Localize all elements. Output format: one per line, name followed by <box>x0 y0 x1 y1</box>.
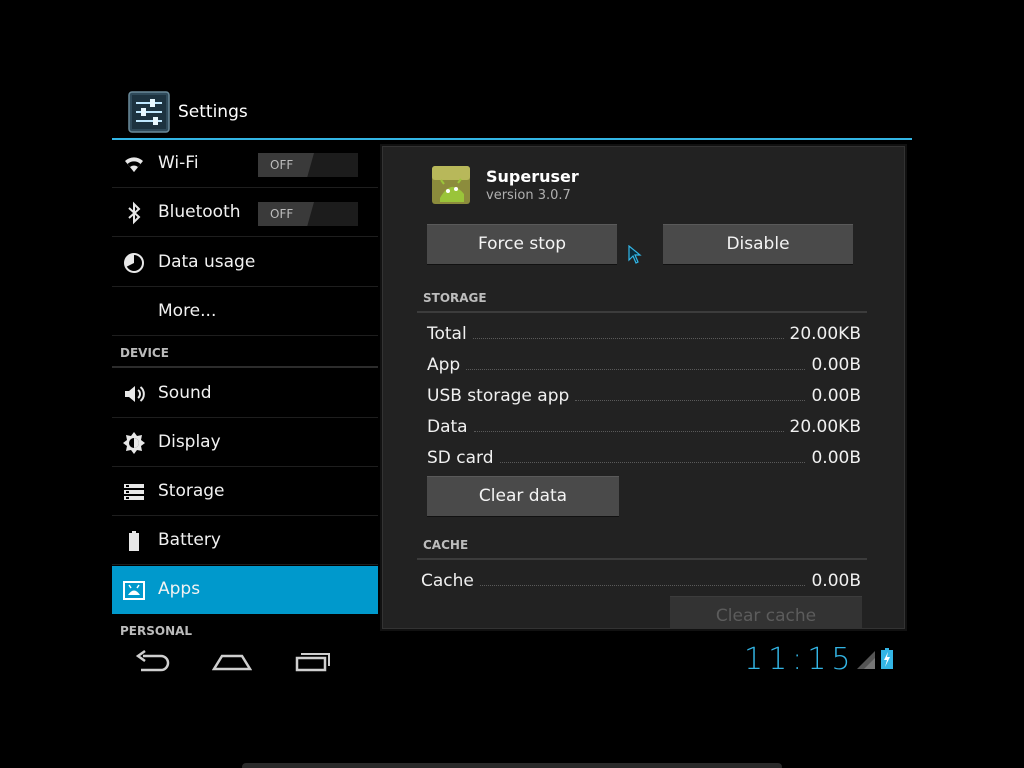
brightness-icon <box>123 432 145 454</box>
battery-icon <box>129 531 139 551</box>
force-stop-button[interactable]: Force stop <box>427 224 617 264</box>
storage-value: 20.00KB <box>789 417 861 437</box>
battery-charging-icon <box>881 648 893 669</box>
home-icon[interactable] <box>212 648 252 674</box>
cache-row: Cache 0.00B <box>421 567 861 591</box>
storage-row-sdcard: SD card 0.00B <box>427 444 861 468</box>
toggle-off-label: OFF <box>258 153 314 177</box>
dotted-leader <box>499 462 806 463</box>
bluetooth-toggle[interactable]: OFF <box>258 202 358 226</box>
section-header-device: DEVICE <box>112 338 378 368</box>
mouse-cursor-icon <box>628 245 642 264</box>
speaker-icon <box>125 386 145 402</box>
sidebar-item-display[interactable]: Display <box>112 419 378 467</box>
storage-row-total: Total 20.00KB <box>427 320 861 344</box>
dotted-leader <box>479 585 806 586</box>
sidebar-item-more[interactable]: More... <box>112 288 378 336</box>
storage-divider <box>417 311 867 313</box>
storage-label: USB storage app <box>427 386 570 406</box>
storage-row-usb: USB storage app 0.00B <box>427 382 861 406</box>
storage-label: SD card <box>427 448 494 468</box>
sidebar-item-label: Wi-Fi <box>158 153 199 173</box>
storage-row-data: Data 20.00KB <box>427 413 861 437</box>
dotted-leader <box>466 369 806 370</box>
android-superuser-icon <box>432 166 470 204</box>
storage-value: 0.00B <box>811 448 861 468</box>
dotted-leader <box>473 431 784 432</box>
storage-row-app: App 0.00B <box>427 351 861 375</box>
app-version: version 3.0.7 <box>486 188 571 203</box>
signal-icon <box>857 651 875 669</box>
cache-value: 0.00B <box>811 571 861 591</box>
clear-cache-button[interactable]: Clear cache <box>670 596 862 629</box>
section-header-label: DEVICE <box>120 346 169 360</box>
sidebar-item-label: Storage <box>158 481 225 501</box>
sidebar-item-data-usage[interactable]: Data usage <box>112 239 378 287</box>
toggle-off-label: OFF <box>258 202 314 226</box>
clear-data-button[interactable]: Clear data <box>427 476 619 516</box>
storage-value: 20.00KB <box>789 324 861 344</box>
bottom-edge-handle <box>242 763 782 768</box>
app-name: Superuser <box>486 167 579 186</box>
action-bar: Settings <box>112 88 912 138</box>
storage-value: 0.00B <box>811 386 861 406</box>
page-title: Settings <box>178 102 248 122</box>
disable-button[interactable]: Disable <box>663 224 853 264</box>
storage-label: Data <box>427 417 468 437</box>
sidebar-item-battery[interactable]: Battery <box>112 517 378 565</box>
cache-label: Cache <box>421 571 474 591</box>
section-divider <box>112 366 378 368</box>
sidebar-item-label: Display <box>158 432 221 452</box>
bluetooth-icon <box>128 201 141 225</box>
storage-icon <box>124 484 144 500</box>
sidebar-item-label: Sound <box>158 383 212 403</box>
settings-list[interactable]: Wi-Fi OFF Bluetooth OFF Data usage More.… <box>112 140 378 640</box>
section-header-personal: PERSONAL <box>112 616 378 640</box>
dotted-leader <box>472 338 784 339</box>
data-usage-icon <box>124 253 144 273</box>
sidebar-item-label: Data usage <box>158 252 256 272</box>
sidebar-item-label: Bluetooth <box>158 202 241 222</box>
storage-header: STORAGE <box>423 291 487 305</box>
recent-apps-icon[interactable] <box>294 648 332 674</box>
sidebar-item-apps[interactable]: Apps <box>112 566 378 614</box>
dotted-leader <box>575 400 806 401</box>
wifi-icon <box>125 157 143 172</box>
sidebar-item-sound[interactable]: Sound <box>112 370 378 418</box>
cache-header: CACHE <box>423 538 469 552</box>
sidebar-item-wifi[interactable]: Wi-Fi OFF <box>112 140 378 188</box>
sidebar-item-label: Apps <box>158 579 201 599</box>
storage-label: App <box>427 355 461 375</box>
storage-value: 0.00B <box>811 355 861 375</box>
storage-label: Total <box>427 324 467 344</box>
section-header-label: PERSONAL <box>120 624 193 638</box>
cache-divider <box>417 558 867 560</box>
sidebar-item-storage[interactable]: Storage <box>112 468 378 516</box>
clock[interactable]: 11:15 <box>744 642 855 677</box>
app-info-panel[interactable]: Superuser version 3.0.7 Force stop Disab… <box>380 144 907 631</box>
sidebar-item-bluetooth[interactable]: Bluetooth OFF <box>112 189 378 237</box>
back-icon[interactable] <box>133 648 171 674</box>
sidebar-item-label: More... <box>158 301 217 321</box>
apps-icon <box>123 581 145 600</box>
screen: Settings Wi-Fi OFF Bluetooth OFF Data us… <box>0 0 1024 768</box>
wifi-toggle[interactable]: OFF <box>258 153 358 177</box>
settings-sliders-icon[interactable] <box>128 91 170 133</box>
sidebar-item-label: Battery <box>158 530 221 550</box>
